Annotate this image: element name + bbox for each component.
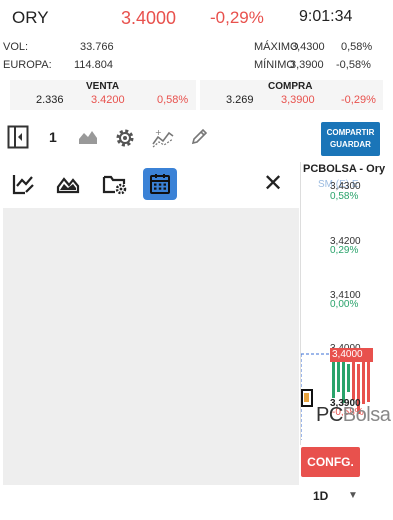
share-label: COMPARTIR — [326, 128, 375, 137]
mini-candles — [301, 353, 370, 440]
area-tool-icon[interactable] — [51, 168, 85, 200]
ticker-symbol: ORY — [12, 8, 49, 27]
share-save-button[interactable]: COMPARTIR GUARDAR — [321, 122, 380, 156]
brand-light: Bolsa — [342, 404, 391, 426]
buy-pct: -0,29% — [341, 94, 376, 106]
area-chart-icon[interactable] — [78, 129, 98, 150]
panel-toggle-icon[interactable] — [7, 125, 29, 154]
interval-select[interactable]: 1D — [313, 489, 328, 503]
buy-label: COMPRA — [268, 81, 313, 92]
gear-icon[interactable] — [113, 126, 137, 155]
pcbolsa-logo: PCBolsa — [316, 404, 391, 427]
buy-quantity: 3.269 — [226, 94, 254, 106]
max-value: 3,4300 — [291, 41, 325, 53]
tick-pct-1: 0,58% — [330, 191, 359, 202]
tick-pct-2: 0,29% — [330, 245, 359, 256]
chart-title: PCBOLSA - Ory — [303, 163, 386, 175]
min-label: MÍNIMO — [254, 59, 295, 71]
brand-bold: PC — [316, 404, 343, 426]
trendline-tool-icon[interactable] — [6, 168, 40, 200]
clock-time: 9:01:34 — [299, 8, 353, 25]
current-price-tag: 3,4000 — [330, 348, 373, 362]
save-label: GUARDAR — [330, 140, 371, 149]
calendar-icon[interactable] — [143, 168, 177, 200]
volume-label: VOL: — [3, 41, 29, 53]
indicators-icon[interactable]: + — [152, 128, 174, 153]
chart-count[interactable]: 1 — [49, 129, 57, 145]
drawing-panel[interactable] — [3, 208, 299, 485]
price-change: -0,29% — [210, 8, 264, 27]
min-value: 3,3900 — [290, 59, 324, 71]
chevron-down-icon[interactable]: ▼ — [348, 490, 358, 501]
config-button[interactable]: CONFG. — [301, 447, 360, 477]
tick-pct-3: 0,00% — [330, 299, 359, 310]
max-pct: 0,58% — [341, 41, 373, 53]
sell-price: 3.4200 — [91, 94, 125, 106]
sell-pct: 0,58% — [157, 94, 189, 106]
buy-price: 3,3900 — [281, 94, 315, 106]
folder-settings-icon[interactable] — [98, 168, 132, 200]
europa-value: 114.804 — [74, 59, 113, 71]
min-pct: -0,58% — [336, 59, 371, 71]
pencil-icon[interactable] — [190, 128, 208, 151]
sell-label: VENTA — [86, 81, 120, 92]
close-icon[interactable]: ✕ — [263, 169, 283, 198]
europa-label: EUROPA: — [3, 59, 52, 71]
svg-text:+: + — [155, 128, 162, 137]
sell-quantity: 2.336 — [36, 94, 64, 106]
volume-value: 33.766 — [80, 41, 114, 53]
last-price: 3.4000 — [121, 8, 177, 28]
